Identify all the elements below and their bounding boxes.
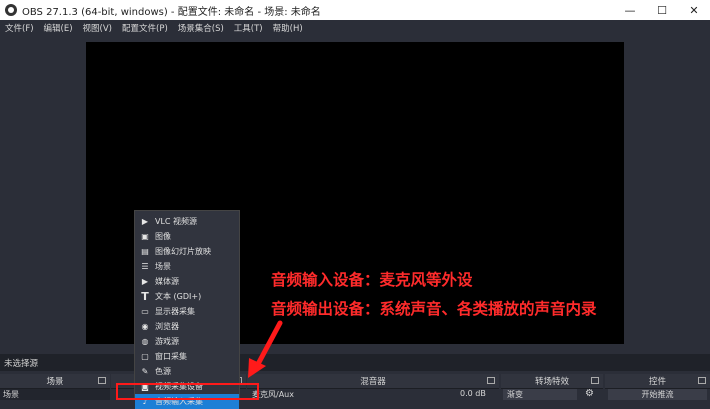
transition-select[interactable]: 渐变 bbox=[503, 389, 577, 400]
scenes-list: 场景 bbox=[0, 389, 110, 400]
menu-item-text-gdi[interactable]: T 文本 (GDI+) bbox=[135, 289, 239, 304]
dock-float-icon[interactable] bbox=[591, 377, 599, 384]
mixer-dock-title: 混音器 bbox=[360, 377, 386, 387]
menu-bar: 文件(F) 编辑(E) 视图(V) 配置文件(P) 场景集合(S) 工具(T) … bbox=[0, 20, 710, 36]
menu-item-label: 媒体源 bbox=[155, 277, 179, 286]
dock-float-icon[interactable] bbox=[698, 377, 706, 384]
controls-dock-header: 控件 bbox=[605, 374, 710, 389]
menu-item-label: 文本 (GDI+) bbox=[155, 292, 202, 301]
menu-item-image[interactable]: ▣ 图像 bbox=[135, 229, 239, 244]
list-icon: ☰ bbox=[141, 262, 149, 271]
menu-item-label: 图像 bbox=[155, 232, 171, 241]
menu-item-label: 游戏源 bbox=[155, 337, 179, 346]
mixer-panel: 麦克风/Aux 0.0 dB bbox=[247, 389, 499, 400]
menu-file[interactable]: 文件(F) bbox=[0, 22, 39, 34]
window-controls: — ☐ ✕ bbox=[614, 0, 710, 20]
add-source-context-menu: ▶ VLC 视频源 ▣ 图像 ▤ 图像幻灯片放映 ☰ 场景 ▶ 媒体源 T 文本… bbox=[134, 210, 240, 409]
menu-item-label: 显示器采集 bbox=[155, 307, 195, 316]
menu-item-media-source[interactable]: ▶ 媒体源 bbox=[135, 274, 239, 289]
scenes-dock-title: 场景 bbox=[46, 377, 64, 387]
scenes-dock-header: 场景 bbox=[0, 374, 110, 389]
menu-item-image-slideshow[interactable]: ▤ 图像幻灯片放映 bbox=[135, 244, 239, 259]
gamepad-icon: ◍ bbox=[141, 337, 149, 346]
menu-item-label: VLC 视频源 bbox=[155, 217, 198, 226]
menu-profile[interactable]: 配置文件(P) bbox=[117, 22, 173, 34]
transitions-dock-header: 转场特效 bbox=[501, 374, 603, 389]
image-icon: ▣ bbox=[141, 232, 149, 241]
play-icon: ▶ bbox=[141, 277, 149, 286]
slideshow-icon: ▤ bbox=[141, 247, 149, 256]
controls-panel: 开始推流 bbox=[605, 389, 710, 400]
dock-float-icon[interactable] bbox=[98, 377, 106, 384]
menu-item-display-capture[interactable]: ▭ 显示器采集 bbox=[135, 304, 239, 319]
menu-item-label: 浏览器 bbox=[155, 322, 179, 331]
brush-icon: ✎ bbox=[141, 367, 149, 376]
obs-logo-icon bbox=[5, 4, 17, 16]
menu-item-label: 窗口采集 bbox=[155, 352, 187, 361]
source-status-bar: 未选择源 bbox=[0, 354, 710, 371]
start-stream-button[interactable]: 开始推流 bbox=[608, 389, 707, 400]
title-bar: OBS 27.1.3 (64-bit, windows) - 配置文件: 未命名… bbox=[0, 0, 710, 20]
dock-float-icon[interactable] bbox=[487, 377, 495, 384]
annotation-arrow bbox=[248, 320, 283, 378]
window-title: OBS 27.1.3 (64-bit, windows) - 配置文件: 未命名… bbox=[22, 6, 321, 18]
close-button[interactable]: ✕ bbox=[678, 0, 710, 20]
highlight-box bbox=[116, 383, 259, 400]
transitions-panel: 渐变 ⚙ bbox=[501, 389, 603, 400]
monitor-icon: ▭ bbox=[141, 307, 149, 316]
menu-item-scene[interactable]: ☰ 场景 bbox=[135, 259, 239, 274]
menu-item-vlc-source[interactable]: ▶ VLC 视频源 bbox=[135, 214, 239, 229]
menu-item-browser[interactable]: ◉ 浏览器 bbox=[135, 319, 239, 334]
minimize-button[interactable]: — bbox=[614, 0, 646, 20]
annotation-audio-output: 音频输出设备：系统声音、各类播放的声音内录 bbox=[271, 300, 597, 318]
window-icon: ▢ bbox=[141, 352, 149, 361]
globe-icon: ◉ bbox=[141, 322, 149, 331]
menu-item-game-capture[interactable]: ◍ 游戏源 bbox=[135, 334, 239, 349]
no-source-label: 未选择源 bbox=[4, 358, 39, 369]
menu-item-label: 场景 bbox=[155, 262, 171, 271]
menu-view[interactable]: 视图(V) bbox=[78, 22, 117, 34]
menu-item-label: 图像幻灯片放映 bbox=[155, 247, 211, 256]
menu-edit[interactable]: 编辑(E) bbox=[39, 22, 78, 34]
menu-tools[interactable]: 工具(T) bbox=[229, 22, 268, 34]
menu-item-label: 色源 bbox=[155, 367, 171, 376]
gear-icon[interactable]: ⚙ bbox=[585, 389, 594, 399]
maximize-button[interactable]: ☐ bbox=[646, 0, 678, 20]
mixer-db-value: 0.0 dB bbox=[460, 389, 486, 398]
text-icon: T bbox=[141, 290, 149, 303]
menu-scene-collection[interactable]: 场景集合(S) bbox=[173, 22, 229, 34]
transitions-dock-title: 转场特效 bbox=[534, 377, 569, 387]
annotation-audio-input: 音频输入设备：麦克风等外设 bbox=[271, 271, 473, 289]
scene-item[interactable]: 场景 bbox=[3, 390, 19, 399]
play-icon: ▶ bbox=[141, 217, 149, 226]
menu-item-color-source[interactable]: ✎ 色源 bbox=[135, 364, 239, 379]
menu-item-window-capture[interactable]: ▢ 窗口采集 bbox=[135, 349, 239, 364]
menu-help[interactable]: 帮助(H) bbox=[268, 22, 308, 34]
controls-dock-title: 控件 bbox=[648, 377, 666, 387]
